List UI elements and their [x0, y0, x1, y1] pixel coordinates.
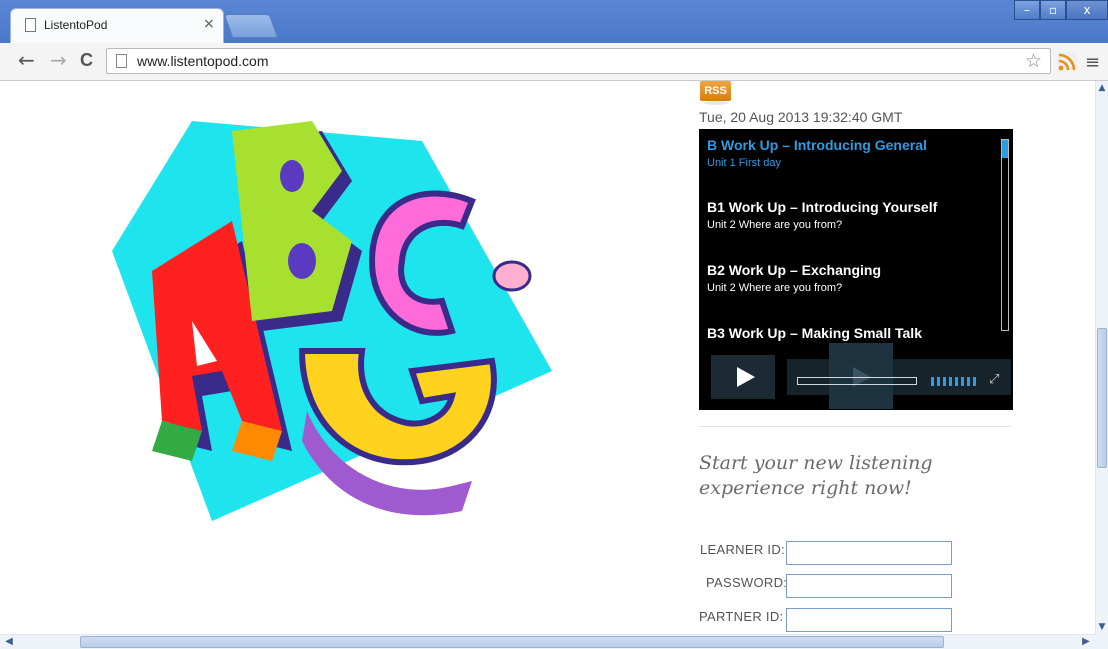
- playlist-item-subtitle: Unit 1 First day: [707, 157, 781, 169]
- publish-date: Tue, 20 Aug 2013 19:32:40 GMT: [699, 109, 903, 125]
- new-tab-button[interactable]: [223, 14, 279, 38]
- fullscreen-icon[interactable]: ⤢: [989, 372, 999, 387]
- playlist-item[interactable]: B Work Up – Introducing General Unit 1 F…: [707, 137, 927, 169]
- browser-titlebar: ListentoPod × – ▫ x: [0, 0, 1108, 44]
- tagline: Start your new listening experience righ…: [699, 452, 933, 499]
- partner-id-label: PARTNER ID:: [699, 609, 784, 624]
- playlist-item[interactable]: B3 Work Up – Making Small Talk: [707, 325, 922, 341]
- learner-id-label: LEARNER ID:: [700, 542, 785, 557]
- playlist-item-subtitle: Unit 2 Where are you from?: [707, 219, 843, 231]
- abc-clipart-image: [112, 121, 552, 521]
- horizontal-scrollbar[interactable]: ◀ ▶: [0, 634, 1095, 649]
- page-icon: [25, 18, 36, 32]
- page-icon: [116, 54, 127, 68]
- playlist-item-subtitle: Unit 2 Where are you from?: [707, 282, 843, 294]
- playlist-item-title: B1 Work Up – Introducing Yourself: [707, 199, 938, 215]
- back-button[interactable]: ←: [18, 50, 35, 70]
- browser-toolbar: ← → C www.listentopod.com ☆ ≡: [0, 43, 1108, 81]
- browser-tab[interactable]: ListentoPod ×: [10, 8, 224, 44]
- scrollbar-corner: [1095, 634, 1108, 649]
- playlist-item[interactable]: B2 Work Up – Exchanging Unit 2 Where are…: [707, 262, 881, 294]
- progress-bar[interactable]: [797, 377, 917, 385]
- horizontal-scroll-thumb[interactable]: [80, 636, 944, 648]
- vertical-scrollbar[interactable]: ▲ ▼: [1095, 81, 1108, 634]
- divider: [699, 426, 1011, 427]
- center-play-icon[interactable]: [829, 343, 893, 409]
- playlist-scroll-thumb[interactable]: [1002, 140, 1008, 158]
- scroll-right-icon[interactable]: ▶: [1079, 635, 1093, 649]
- player-controls: ⤢: [699, 343, 1013, 410]
- password-input[interactable]: [786, 574, 952, 598]
- bookmark-star-icon[interactable]: ☆: [1025, 50, 1042, 72]
- playlist-item-title: B2 Work Up – Exchanging: [707, 262, 881, 278]
- scroll-up-icon[interactable]: ▲: [1096, 81, 1108, 95]
- close-window-button[interactable]: x: [1066, 0, 1108, 20]
- maximize-button[interactable]: ▫: [1040, 0, 1066, 20]
- rss-badge-icon[interactable]: RSS: [700, 81, 731, 101]
- vertical-scroll-thumb[interactable]: [1097, 328, 1107, 468]
- partner-id-input[interactable]: [786, 608, 952, 632]
- playlist-item-title: B Work Up – Introducing General: [707, 137, 927, 153]
- address-bar[interactable]: www.listentopod.com ☆: [106, 48, 1051, 74]
- scroll-left-icon[interactable]: ◀: [2, 635, 16, 649]
- playlist-item-title: B3 Work Up – Making Small Talk: [707, 325, 922, 341]
- menu-icon[interactable]: ≡: [1085, 52, 1100, 73]
- podcast-player: B Work Up – Introducing General Unit 1 F…: [699, 129, 1013, 410]
- reload-button[interactable]: C: [80, 50, 93, 70]
- rss-feed-icon[interactable]: [1057, 52, 1077, 72]
- scroll-down-icon[interactable]: ▼: [1096, 620, 1108, 634]
- forward-button[interactable]: →: [50, 50, 67, 70]
- url-text[interactable]: www.listentopod.com: [137, 53, 269, 69]
- password-label: PASSWORD:: [706, 575, 788, 590]
- tab-close-button[interactable]: ×: [203, 16, 215, 32]
- tab-title: ListentoPod: [44, 18, 108, 32]
- playlist-scrollbar[interactable]: [1001, 139, 1009, 331]
- learner-id-input[interactable]: [786, 541, 952, 565]
- minimize-button[interactable]: –: [1014, 0, 1040, 20]
- page-content: RSS Tue, 20 Aug 2013 19:32:40 GMT B Work…: [0, 81, 1095, 634]
- volume-icon[interactable]: [931, 377, 977, 386]
- rss-badge-shadow: [704, 101, 728, 105]
- playlist-item[interactable]: B1 Work Up – Introducing Yourself Unit 2…: [707, 199, 937, 231]
- play-button[interactable]: [711, 355, 775, 399]
